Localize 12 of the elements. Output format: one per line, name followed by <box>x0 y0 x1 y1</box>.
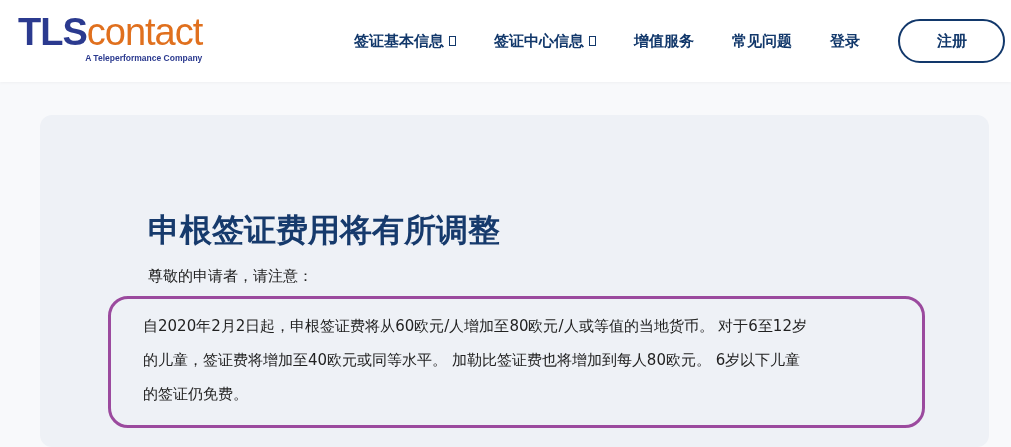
nav-link[interactable]: 签证基本信息 <box>354 31 456 51</box>
greeting-text: 尊敬的申请者，请注意： <box>148 267 314 286</box>
notice-paragraph: 自2020年2月2日起，申根签证费将从60欧元/人增加至80欧元/人或等值的当地货币。 对于6至12岁 的儿童，签证费将增加至40欧元或同等水平。 加勒比签证费也将增加到每人80欧元。 6岁以下儿童 的签证仍免费。 <box>108 296 925 428</box>
nav-link[interactable]: 登录 <box>830 31 860 51</box>
register-button[interactable]: 注册 <box>898 19 1005 63</box>
nav-link[interactable]: 增值服务 <box>634 31 694 51</box>
notice-title: 申根签证费用将有所调整 <box>148 210 501 251</box>
dropdown-icon <box>449 36 456 46</box>
nav-link[interactable]: 签证中心信息 <box>494 31 596 51</box>
dropdown-icon <box>589 36 596 46</box>
nav-link[interactable]: 常见问题 <box>732 31 792 51</box>
logo[interactable]: TLScontact A Teleperformance Company <box>18 13 203 63</box>
